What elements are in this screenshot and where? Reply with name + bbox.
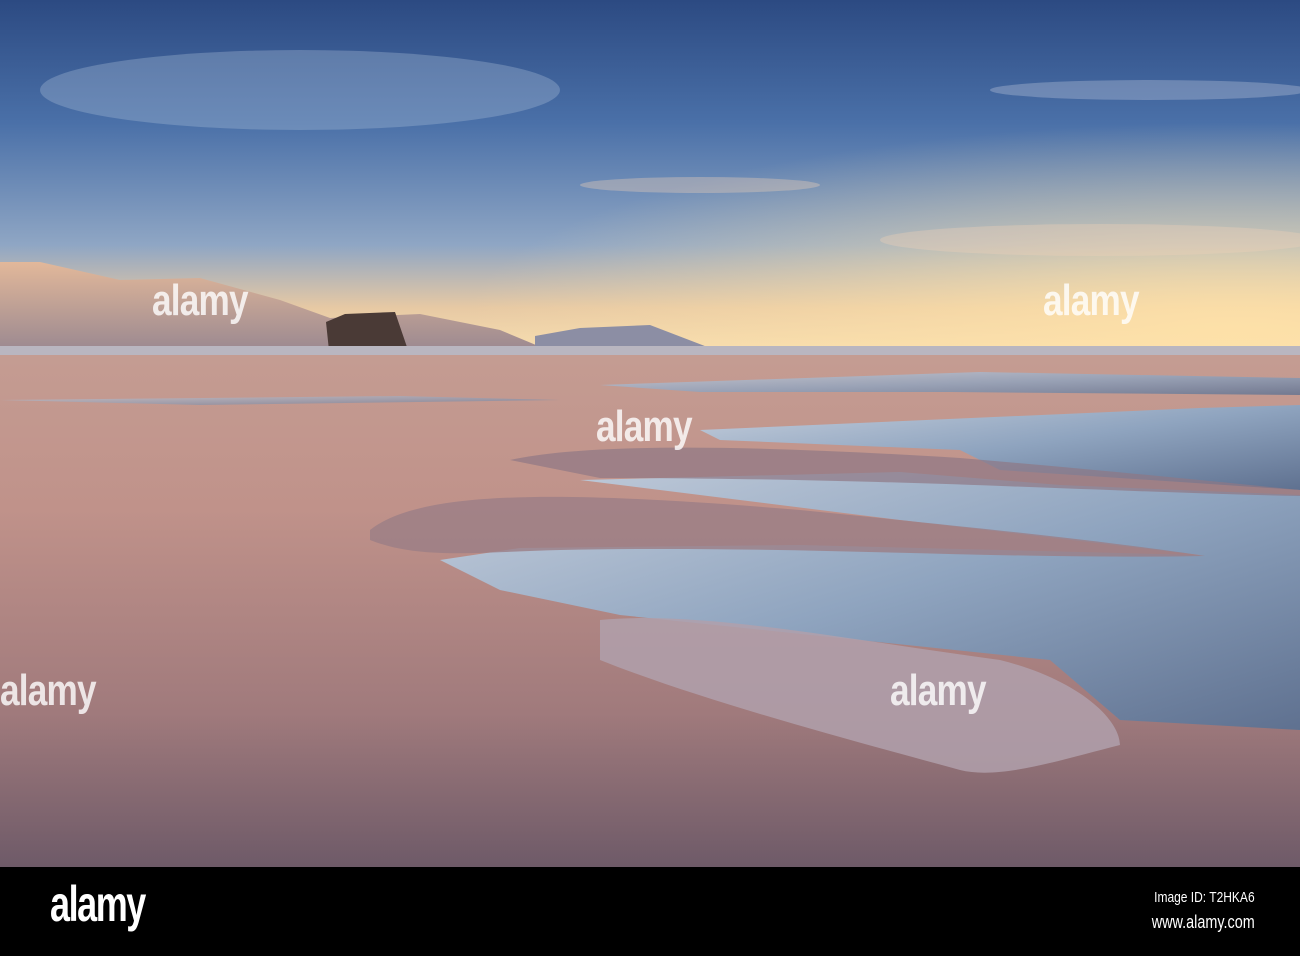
watermark: alamy (152, 276, 249, 325)
watermark: alamy (0, 666, 97, 715)
alamy-logo[interactable]: alamy (50, 879, 146, 929)
watermark: alamy (596, 402, 693, 451)
watermark: alamy (890, 666, 987, 715)
watermark: alamy (1043, 276, 1140, 325)
image-id: Image ID: T2HKA6 (1154, 889, 1256, 906)
footer-bar: alamy Image ID: T2HKA6 www.alamy.com (0, 867, 1300, 956)
website-link[interactable]: www.alamy.com (1152, 912, 1255, 933)
